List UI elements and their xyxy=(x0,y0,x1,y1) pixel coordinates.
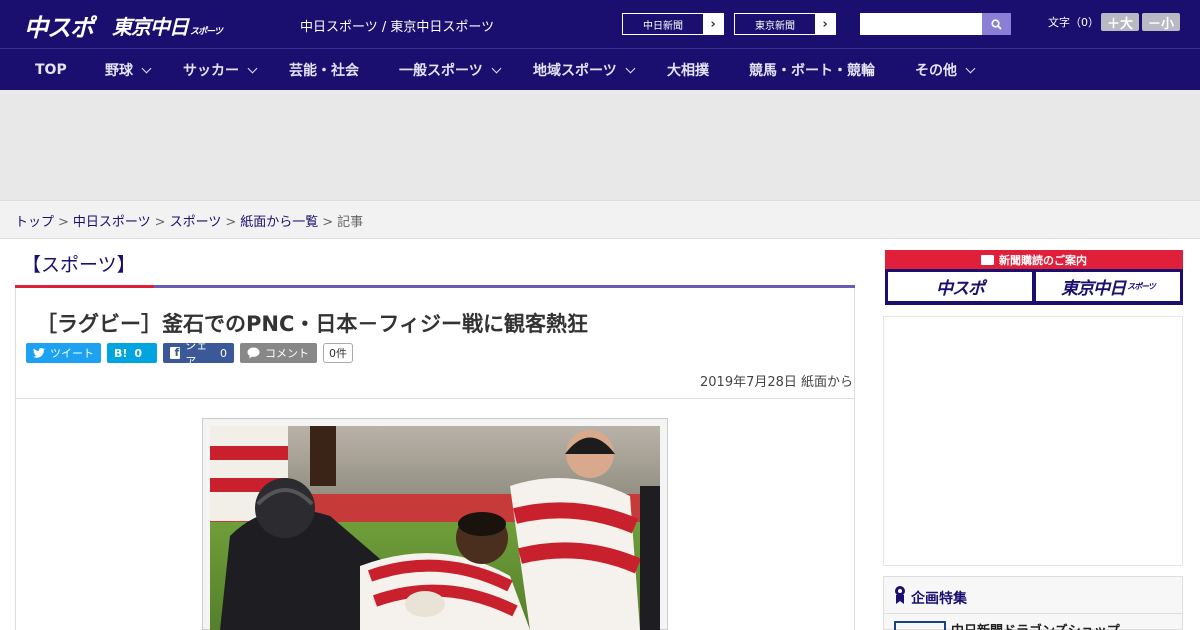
subscribe-chusupo-label: 中スポ xyxy=(936,279,985,299)
breadcrumb-separator: > xyxy=(58,215,69,230)
tokyo-chunichi-logo-text: 東京中日 xyxy=(112,15,189,39)
top-ad-slot xyxy=(0,90,1200,200)
chevron-right-icon: › xyxy=(822,16,828,32)
facebook-icon: f xyxy=(170,346,181,359)
article-photo[interactable] xyxy=(210,426,660,630)
article-headline: ［ラグビー］釜石でのPNC・日本－フィジー戦に観客熱狂 xyxy=(36,312,588,336)
search-button[interactable] xyxy=(982,13,1011,35)
nav-item-racing[interactable]: 競馬・ボート・競輪 xyxy=(749,49,915,91)
breadcrumb-top[interactable]: トップ xyxy=(15,215,54,230)
subscribe-tokyo-label: 東京中日 xyxy=(1061,279,1126,299)
nav-item-label: 芸能・社会 xyxy=(289,63,359,79)
facebook-share-button[interactable]: f シェア 0 xyxy=(163,339,234,368)
chevron-down-icon xyxy=(491,63,502,73)
tokyo-chunichi-logo-sub: スポーツ xyxy=(190,27,223,37)
chunichi-shimbun-label: 中日新聞 xyxy=(623,14,703,34)
tokyo-shimbun-label: 東京新聞 xyxy=(735,14,815,34)
search-input[interactable] xyxy=(860,13,982,35)
rugby-photo-illustration xyxy=(210,426,660,630)
breadcrumb-print-list[interactable]: 紙面から一覧 xyxy=(240,215,318,230)
hatena-bookmark-button[interactable]: B! 0 xyxy=(107,343,157,363)
chevron-down-icon xyxy=(247,63,258,73)
tokyo-shimbun-link[interactable]: 東京新聞 › xyxy=(734,13,836,35)
subscription-box: 新聞購読のご案内 中スポ 東京中日 スポーツ xyxy=(885,250,1183,305)
article-divider xyxy=(16,398,854,399)
hatena-icon: B! xyxy=(114,346,128,360)
tokyo-chunichi-logo[interactable]: 東京中日 スポーツ xyxy=(112,11,223,40)
nav-item-sumo[interactable]: 大相撲 xyxy=(667,49,749,91)
nav-item-label: 地域スポーツ xyxy=(533,63,617,79)
tweet-button[interactable]: ツイート xyxy=(26,343,101,363)
breadcrumb-current: 記事 xyxy=(337,215,364,230)
nav-item-baseball[interactable]: 野球 xyxy=(105,49,183,91)
nav-item-label: サッカー xyxy=(183,63,239,79)
share-buttons: ツイート B! 0 f シェア 0 コメント 0件 xyxy=(26,339,353,368)
breadcrumb-separator: > xyxy=(322,215,334,230)
chevron-down-icon xyxy=(625,63,636,73)
speech-bubble-icon xyxy=(247,347,260,359)
tweet-label: ツイート xyxy=(50,347,94,360)
article-date: 2019年7月28日 紙面から xyxy=(700,375,854,390)
nav-item-label: 野球 xyxy=(105,63,133,79)
nav-item-label: 大相撲 xyxy=(667,63,709,79)
feature-box: 企画特集 中日新聞ドラゴンズショップ xyxy=(883,576,1183,630)
font-bigger-button[interactable]: ＋大 xyxy=(1101,13,1139,32)
nav-item-other[interactable]: その他 xyxy=(915,49,1005,91)
nav-item-label: TOP xyxy=(35,62,67,78)
comment-label: コメント xyxy=(265,347,309,360)
subscription-title: 新聞購読のご案内 xyxy=(999,253,1087,267)
feature-item-dragons-shop[interactable]: 中日新聞ドラゴンズショップ xyxy=(951,620,1120,630)
sidebar-ad-slot xyxy=(883,316,1183,566)
feature-title: 企画特集 xyxy=(911,591,967,607)
subscribe-chusupo-button[interactable]: 中スポ xyxy=(888,272,1032,301)
twitter-bird-icon xyxy=(33,348,45,358)
nav-item-general-sports[interactable]: 一般スポーツ xyxy=(399,49,533,91)
comment-count: 0件 xyxy=(323,343,353,363)
subscribe-tokyo-sub: スポーツ xyxy=(1127,282,1156,291)
feature-thumbnail[interactable] xyxy=(894,621,946,630)
chevron-right-icon: › xyxy=(710,16,716,32)
font-size-label: 文字（0） xyxy=(1048,16,1099,29)
nav-item-label: 競馬・ボート・競輪 xyxy=(749,63,875,79)
breadcrumb-separator: > xyxy=(225,215,237,230)
nav-item-entertainment[interactable]: 芸能・社会 xyxy=(289,49,399,91)
nav-item-soccer[interactable]: サッカー xyxy=(183,49,289,91)
subscribe-tokyo-chunichi-button[interactable]: 東京中日 スポーツ xyxy=(1036,272,1180,301)
ribbon-icon xyxy=(895,586,905,604)
main-nav: TOP 野球 サッカー 芸能・社会 一般スポーツ 地域スポーツ 大相撲 競馬・ボ… xyxy=(0,48,1200,90)
comment-button[interactable]: コメント xyxy=(240,343,317,363)
facebook-share-label: シェア xyxy=(185,339,208,368)
section-title: 【スポーツ】 xyxy=(22,254,136,276)
facebook-count: 0 xyxy=(220,346,227,360)
subscription-header: 新聞購読のご案内 xyxy=(885,250,1183,269)
chevron-down-icon xyxy=(141,63,152,73)
breadcrumb-chunichi-sports[interactable]: 中日スポーツ xyxy=(73,215,151,230)
chevron-down-icon xyxy=(965,63,976,73)
breadcrumb-separator: > xyxy=(154,215,166,230)
site-header: 中スポ 東京中日 スポーツ 中日スポーツ / 東京中日スポーツ 中日新聞 › 東京… xyxy=(0,0,1200,48)
nav-item-label: 一般スポーツ xyxy=(399,63,483,79)
nav-item-local-sports[interactable]: 地域スポーツ xyxy=(533,49,667,91)
font-smaller-button[interactable]: －小 xyxy=(1142,13,1180,32)
hatena-count: 0 xyxy=(134,346,143,360)
newspaper-icon xyxy=(981,254,994,265)
chusupo-logo[interactable]: 中スポ xyxy=(24,8,94,43)
site-links[interactable]: 中日スポーツ / 東京中日スポーツ xyxy=(300,16,494,35)
nav-item-label: その他 xyxy=(915,63,957,79)
breadcrumb: トップ > 中日スポーツ > スポーツ > 紙面から一覧 > 記事 xyxy=(0,200,1200,239)
breadcrumb-sports[interactable]: スポーツ xyxy=(170,215,222,230)
feature-divider xyxy=(884,613,1182,614)
nav-item-top[interactable]: TOP xyxy=(0,49,105,91)
search-icon xyxy=(991,18,1002,30)
chunichi-shimbun-link[interactable]: 中日新聞 › xyxy=(622,13,724,35)
